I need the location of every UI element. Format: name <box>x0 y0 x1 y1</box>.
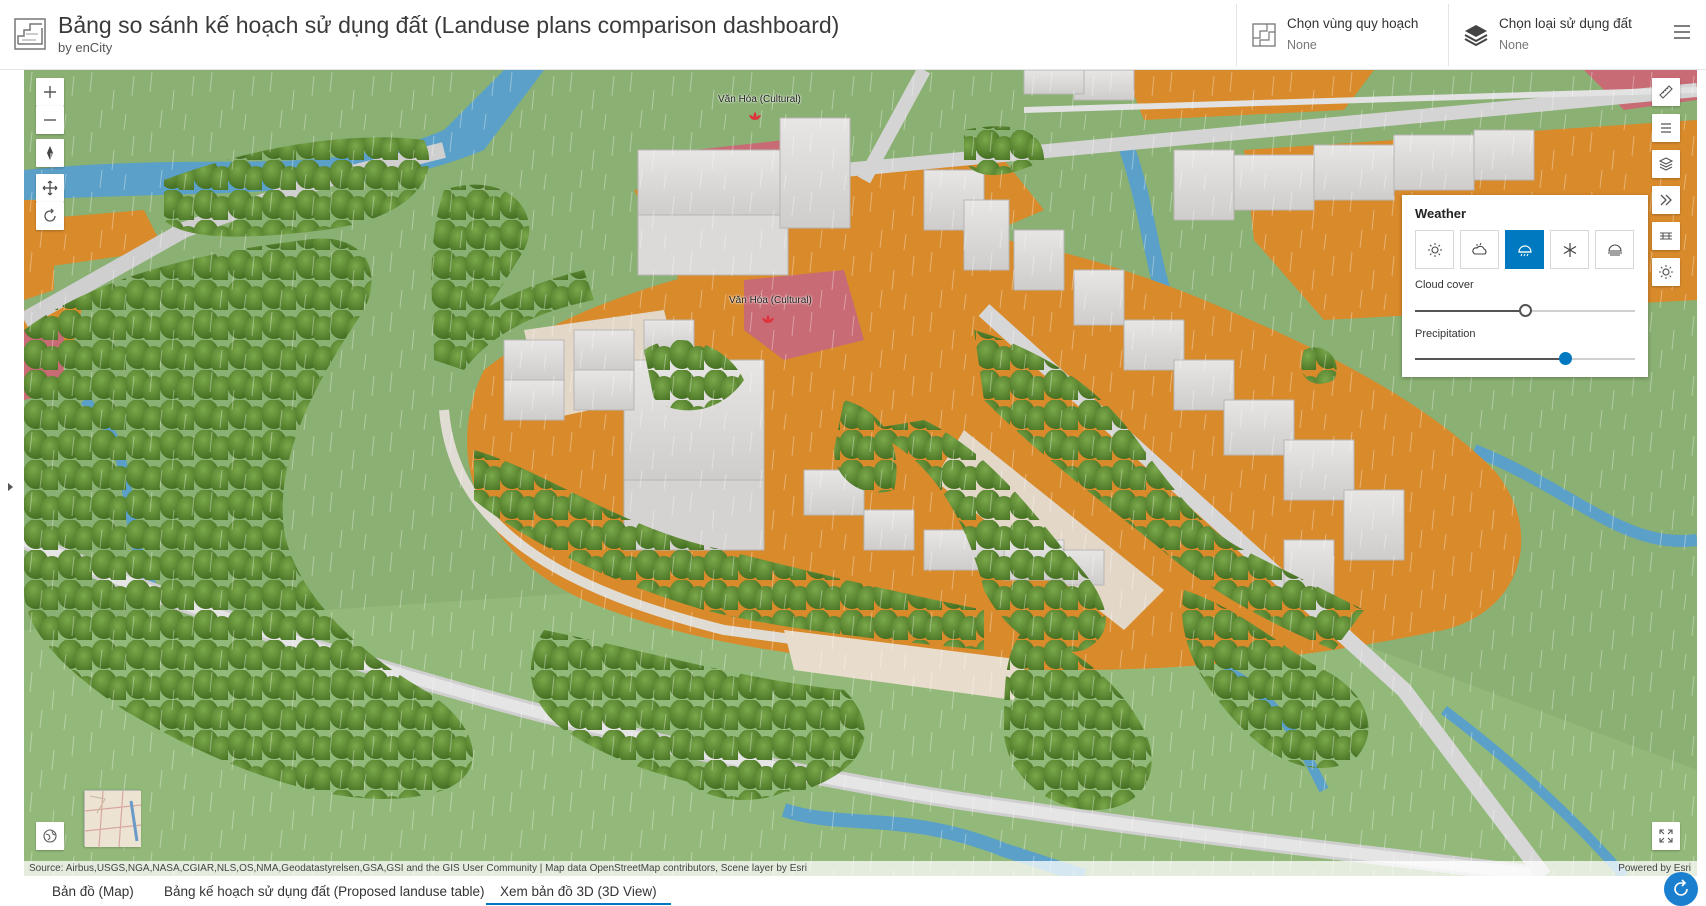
tab-3d-view[interactable]: Xem bản đồ 3D (3D View) <box>486 878 671 905</box>
menu-icon[interactable] <box>1670 20 1694 44</box>
caret-right-icon <box>8 483 13 491</box>
basemap-thumbnail-icon <box>84 790 142 848</box>
double-chevron-right-icon <box>1660 194 1672 206</box>
measure-button[interactable] <box>1652 78 1680 106</box>
landuse-type-label: Chọn loại sử dụng đất <box>1499 16 1632 31</box>
cloud-cover-label: Cloud cover <box>1415 279 1474 291</box>
ruler-icon <box>1659 85 1673 99</box>
zoom-in-button[interactable] <box>36 78 64 106</box>
layer-list-button[interactable] <box>1652 150 1680 178</box>
landuse-type-selector[interactable]: Chọn loại sử dụng đất None <box>1448 4 1658 66</box>
precipitation-label: Precipitation <box>1415 328 1476 340</box>
map-attribution: Source: Airbus,USGS,NGA,NASA,CGIAR,NLS,O… <box>24 861 1697 876</box>
foggy-icon <box>1607 243 1622 255</box>
cloudy-icon <box>1471 242 1486 255</box>
tab-map[interactable]: Bản đồ (Map) <box>38 878 148 905</box>
weather-cloudy-button[interactable] <box>1460 230 1499 269</box>
scene-view-3d[interactable]: Văn Hóa (Cultural) Văn Hóa (Cultural) We… <box>24 70 1697 876</box>
daylight-button[interactable] <box>1652 258 1680 286</box>
planning-area-selector[interactable]: Chọn vùng quy hoạch None <box>1236 4 1448 66</box>
fullscreen-button[interactable] <box>1652 822 1680 850</box>
slider-thumb[interactable] <box>1519 304 1532 317</box>
planning-area-label: Chọn vùng quy hoạch <box>1287 16 1419 31</box>
3d-scene-render <box>24 70 1697 876</box>
slider-thumb[interactable] <box>1559 352 1572 365</box>
landuse-type-value: None <box>1499 38 1529 52</box>
sun-icon <box>1659 265 1673 279</box>
plus-icon <box>44 86 56 98</box>
cloud-cover-slider[interactable] <box>1415 304 1635 317</box>
line-measure-icon <box>1660 232 1672 240</box>
home-view-button[interactable] <box>36 822 64 850</box>
precipitation-slider[interactable] <box>1415 352 1635 365</box>
rotate-mode-button[interactable] <box>36 202 64 230</box>
snowy-icon <box>1563 242 1576 257</box>
compass-icon <box>47 146 53 160</box>
move-icon <box>42 180 58 196</box>
weather-title: Weather <box>1415 206 1467 221</box>
basemap-toggle-thumbnail[interactable] <box>84 790 142 848</box>
slider-fill <box>1415 358 1565 360</box>
cultural-zone-label: Văn Hóa (Cultural) <box>718 94 801 105</box>
pan-mode-button[interactable] <box>36 174 64 202</box>
weather-panel: Weather Cloud cover Precipitation <box>1402 195 1648 377</box>
layers-icon <box>1464 25 1488 47</box>
slice-button[interactable] <box>1652 222 1680 250</box>
planning-area-value: None <box>1287 38 1317 52</box>
zoom-out-button[interactable] <box>36 106 64 134</box>
layers-icon <box>1658 157 1674 171</box>
refresh-button[interactable] <box>1664 872 1698 906</box>
list-icon <box>1661 123 1671 133</box>
weather-foggy-button[interactable] <box>1595 230 1634 269</box>
app-header: Bảng so sánh kế hoạch sử dụng đất (Landu… <box>0 0 1706 70</box>
minus-icon <box>44 119 56 121</box>
rotate-icon <box>44 208 56 222</box>
globe-icon <box>43 829 57 843</box>
refresh-icon <box>1674 879 1688 896</box>
rainy-icon <box>1517 244 1532 256</box>
page-subtitle: by enCity <box>58 40 113 55</box>
map-grid-icon <box>1252 23 1276 47</box>
cultural-zone-label: Văn Hóa (Cultural) <box>729 295 812 306</box>
weather-rainy-button[interactable] <box>1505 230 1544 269</box>
side-panel-toggle[interactable] <box>4 478 18 496</box>
fullscreen-icon <box>1659 829 1673 843</box>
lotus-icon[interactable] <box>748 111 762 121</box>
lotus-icon[interactable] <box>761 314 775 324</box>
weather-sunny-button[interactable] <box>1415 230 1454 269</box>
slider-fill <box>1415 310 1525 312</box>
expand-button[interactable] <box>1652 186 1680 214</box>
page-title: Bảng so sánh kế hoạch sử dụng đất (Landu… <box>58 12 840 38</box>
attribution-text: Source: Airbus,USGS,NGA,NASA,CGIAR,NLS,O… <box>29 863 807 874</box>
dashboard-logo-icon <box>14 18 46 50</box>
sunny-icon <box>1427 242 1442 257</box>
legend-button[interactable] <box>1652 114 1680 142</box>
compass-button[interactable] <box>36 139 64 167</box>
weather-snowy-button[interactable] <box>1550 230 1589 269</box>
tab-landuse-table[interactable]: Bảng kế hoạch sử dụng đất (Proposed land… <box>150 878 499 905</box>
